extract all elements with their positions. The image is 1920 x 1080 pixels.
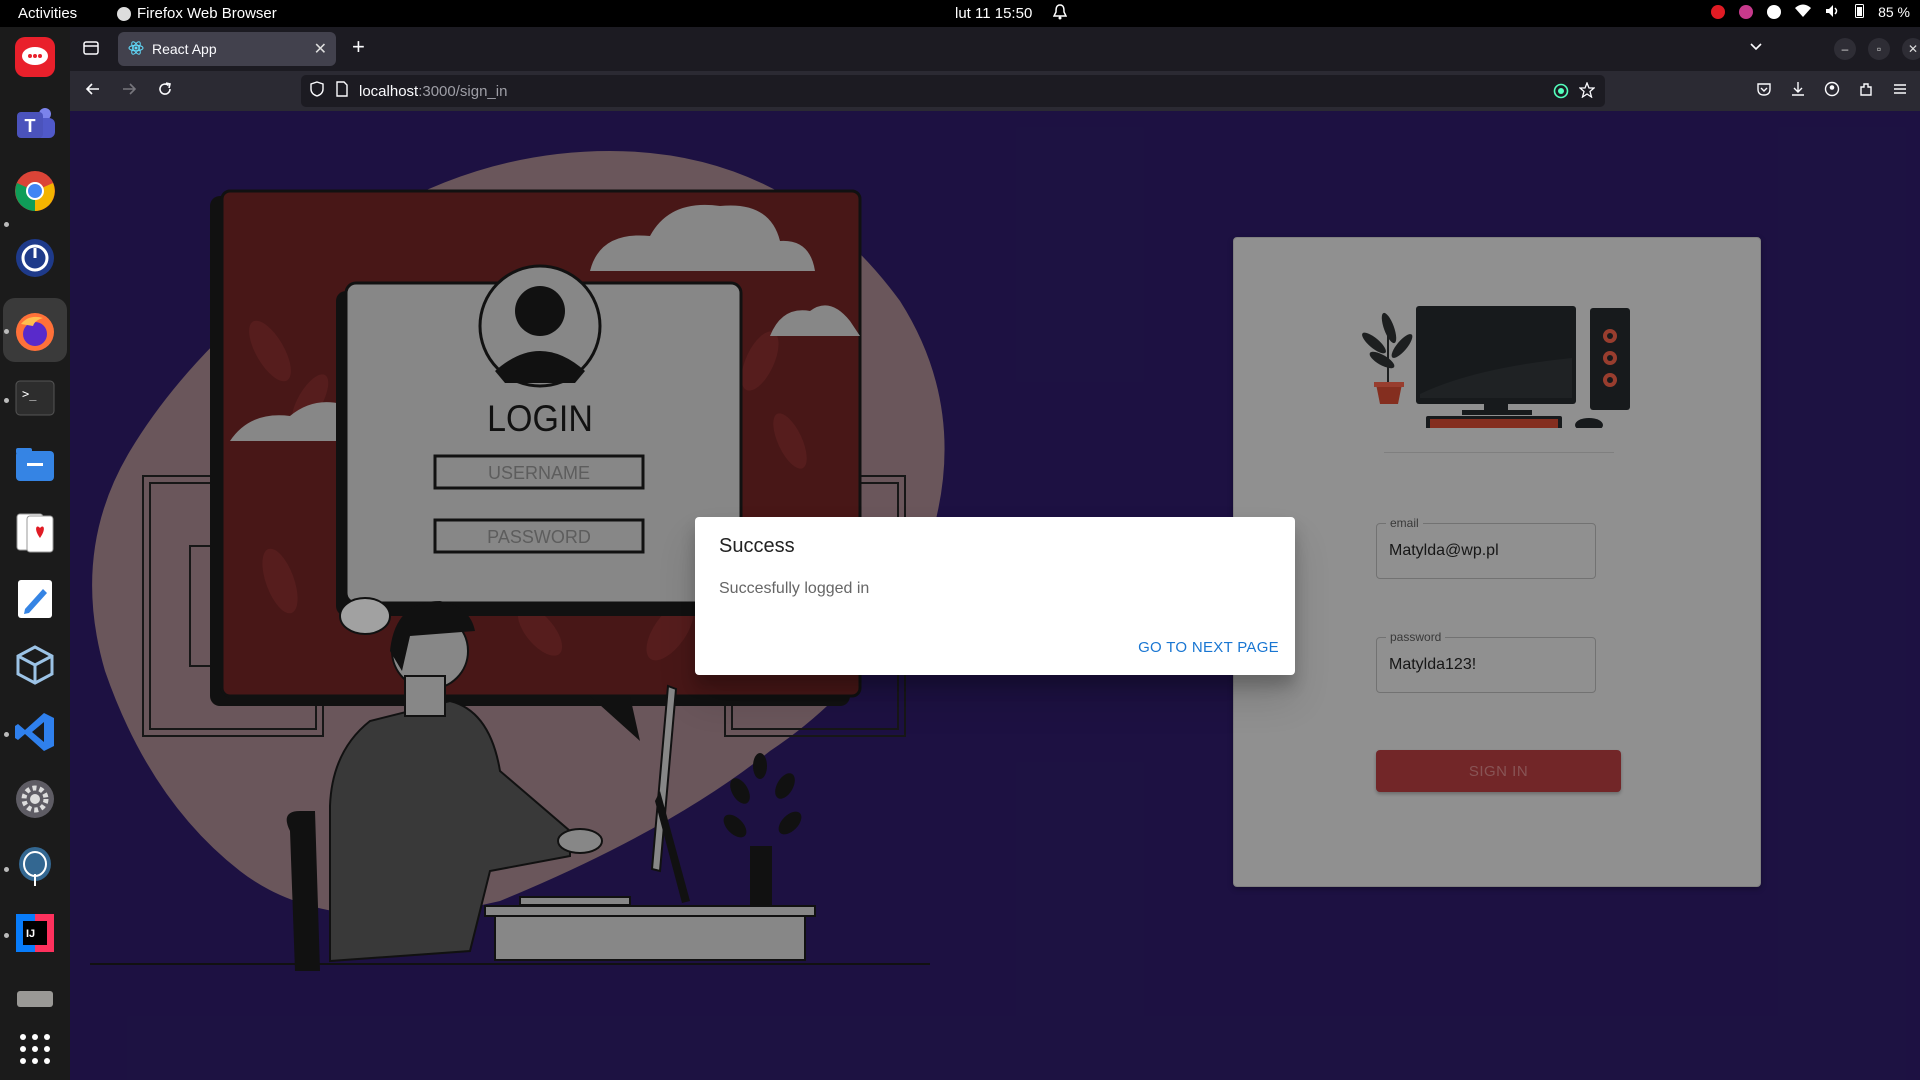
postgres-icon[interactable]	[11, 842, 59, 890]
dnd-icon	[1711, 5, 1726, 19]
back-icon[interactable]	[84, 80, 102, 103]
text-editor-icon[interactable]	[11, 575, 59, 623]
account-icon[interactable]	[1824, 81, 1840, 102]
running-indicator	[4, 732, 9, 737]
dialog-message: Succesfully logged in	[719, 580, 870, 597]
wifi-icon	[1795, 4, 1812, 21]
url-host: localhost	[359, 82, 419, 100]
close-tab-icon[interactable]: ✕	[314, 39, 327, 59]
bookmark-star-icon[interactable]	[1578, 81, 1596, 102]
url-path: :3000/sign_in	[418, 82, 508, 100]
firefox-icon[interactable]	[11, 308, 59, 356]
svg-text:T: T	[25, 116, 36, 136]
extensions-icon[interactable]	[1858, 81, 1874, 102]
volume-icon	[1825, 4, 1841, 21]
dialog-title: Success	[719, 535, 795, 557]
running-indicator	[4, 398, 9, 403]
timer-icon[interactable]	[11, 234, 59, 282]
alarm-icon	[1052, 4, 1068, 24]
page-icon[interactable]	[335, 81, 349, 101]
firefox-small-icon	[117, 6, 131, 21]
downloads-icon[interactable]	[1790, 81, 1806, 102]
vscode-icon[interactable]	[11, 708, 59, 756]
files-icon[interactable]	[11, 441, 59, 489]
tab-react-app[interactable]: React App ✕	[118, 32, 336, 66]
system-top-bar: Activities Firefox Web Browser lut 11 15…	[0, 0, 1920, 27]
running-indicator	[4, 933, 9, 938]
shield-icon[interactable]	[309, 81, 325, 101]
virtualbox-icon[interactable]	[11, 641, 59, 689]
terminal-icon[interactable]: >_	[11, 374, 59, 422]
vpn-icon	[1767, 5, 1782, 19]
url-text: localhost:3000/sign_in	[359, 83, 507, 100]
browser-nav-bar: localhost:3000/sign_in	[70, 71, 1920, 111]
react-icon	[128, 40, 144, 59]
clock[interactable]: lut 11 15:50	[955, 5, 1032, 22]
extension-icon	[1739, 5, 1754, 19]
intellij-icon[interactable]: IJ	[11, 909, 59, 957]
toolbar-icons	[1756, 81, 1908, 102]
solitaire-icon[interactable]	[11, 508, 59, 556]
reload-icon[interactable]	[156, 80, 174, 103]
minimize-icon[interactable]: –	[1834, 38, 1856, 60]
tab-title: React App	[152, 41, 217, 57]
app-name: Firefox Web Browser	[137, 5, 277, 22]
menu-icon[interactable]	[1892, 81, 1908, 102]
chrome-icon[interactable]	[11, 167, 59, 215]
go-to-next-page-button[interactable]: GO TO NEXT PAGE	[1138, 639, 1279, 656]
forward-icon[interactable]	[120, 80, 138, 103]
url-bar[interactable]: localhost:3000/sign_in	[301, 75, 1605, 107]
firefox-view-icon[interactable]	[82, 39, 100, 62]
list-all-tabs-icon[interactable]	[1748, 38, 1764, 59]
new-tab-button[interactable]: +	[352, 36, 365, 58]
app-menu[interactable]: Firefox Web Browser	[117, 5, 277, 22]
close-window-icon[interactable]: ✕	[1902, 38, 1920, 60]
running-indicator	[4, 222, 9, 227]
running-indicator	[4, 329, 9, 334]
activities-button[interactable]: Activities	[18, 5, 77, 22]
running-indicator	[4, 867, 9, 872]
success-dialog: Success Succesfully logged in GO TO NEXT…	[695, 517, 1295, 675]
system-tray[interactable]: 85 %	[1711, 3, 1910, 21]
tracking-icon[interactable]	[1553, 83, 1569, 103]
disk-icon[interactable]	[11, 975, 59, 1023]
rocketchat-icon[interactable]	[11, 33, 59, 81]
battery-percent: 85 %	[1878, 4, 1910, 20]
svg-text:IJ: IJ	[26, 928, 35, 940]
battery-icon	[1855, 3, 1865, 21]
pocket-icon[interactable]	[1756, 81, 1772, 102]
app-grid-icon[interactable]	[11, 1025, 59, 1073]
settings-icon[interactable]	[11, 775, 59, 823]
teams-icon[interactable]: T	[11, 100, 59, 148]
svg-text:>_: >_	[22, 387, 37, 401]
restore-icon[interactable]: ▫	[1868, 38, 1890, 60]
dock: T >_ IJ	[0, 27, 70, 1080]
browser-tab-bar: React App ✕ + – ▫ ✕	[70, 27, 1920, 71]
